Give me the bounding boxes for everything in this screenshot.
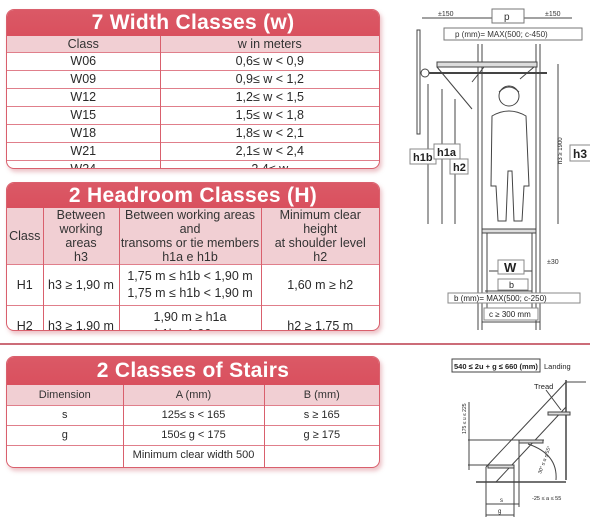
header-line: at shoulder level <box>274 236 366 250</box>
header-h1: Between working areas and transoms or ti… <box>118 208 261 265</box>
p-label: p <box>504 12 510 23</box>
cell-range: 2,4≤ w <box>159 160 379 168</box>
width-classes-table: 7 Width Classes (w) Class w in meters W0… <box>6 9 380 169</box>
h3-label: h3 <box>573 147 587 161</box>
slope-range-label: -25 ≤ a ≤ 55 <box>532 496 561 502</box>
cell-h1: 1,75 m ≤ h1b < 1,90 m 1,75 m ≤ h1b < 1,9… <box>118 264 261 306</box>
header-line: h2 <box>313 250 328 264</box>
table-header: Dimension A (mm) B (mm) <box>7 385 379 406</box>
table-row: Minimum clear width 500 mm <box>7 445 379 467</box>
table-row: H1 h3 ≥ 1,90 m 1,75 m ≤ h1b < 1,90 m 1,7… <box>7 264 379 306</box>
table-row: W21 2,1≤ w < 2,4 <box>7 142 379 161</box>
cell-class: W24 <box>7 160 160 168</box>
w-label: W <box>504 260 517 275</box>
rise-range-label: 175 ≤ u ≤ 225 <box>462 403 468 434</box>
header-line: transoms or tie members <box>120 236 260 250</box>
c-label: c ≥ 300 mm <box>489 310 531 319</box>
s-label: s <box>500 498 503 504</box>
table-row: g 150≤ g < 175 g ≥ 175 <box>7 425 379 446</box>
cell-a: 150≤ g < 175 <box>122 425 264 446</box>
section-divider <box>0 343 590 345</box>
header-line: h3 <box>74 250 88 264</box>
cell-line: h1b • 1,90 m <box>120 326 261 330</box>
cell-dimension <box>7 445 123 467</box>
width-classes-title: 7 Width Classes (w) <box>7 10 379 36</box>
cell-h3: h3 ≥ 1,90 m <box>42 305 119 330</box>
cell-class: H1 <box>7 264 43 306</box>
cell-range: 2,1≤ w < 2,4 <box>159 142 379 161</box>
cell-range: 1,5≤ w < 1,8 <box>159 106 379 125</box>
cell-class: W15 <box>7 106 160 125</box>
h3-rotated-label: h3 ≥ 1900 <box>558 137 564 164</box>
header-line: Minimum clear height <box>279 208 361 236</box>
cell-line: 1,75 m ≤ h1b < 1,90 m <box>127 269 253 283</box>
header-line: working areas <box>59 222 103 250</box>
tolerance-left: ±150 <box>438 11 454 18</box>
angle-range-label: 30° ≤ α ≤ 55° <box>537 445 553 474</box>
h1b-label: h1b <box>413 152 433 164</box>
table-row: H2 h3 ≥ 1,90 m 1,90 m ≥ h1a h1b • 1,90 m… <box>7 305 379 330</box>
side-tolerance: ±30 <box>547 259 559 266</box>
header-line: Between <box>56 208 106 222</box>
table-row: W24 2,4≤ w <box>7 160 379 168</box>
cell-line: 1,75 m ≤ h1b < 1,90 m <box>127 286 253 300</box>
stairs-diagram: 540 ≤ 2u + g ≤ 660 (mm) Landing Tread 17… <box>451 358 586 517</box>
header-class: Class <box>7 36 160 53</box>
cell-class: W06 <box>7 52 160 71</box>
table-row: W09 0,9≤ w < 1,2 <box>7 70 379 89</box>
cell-dimension: g <box>7 425 123 446</box>
cell-b: s ≥ 165 <box>263 405 379 426</box>
cell-class: H2 <box>7 305 43 330</box>
table-row: W06 0,6≤ w < 0,9 <box>7 52 379 71</box>
p-formula: p (mm)= MAX(500; c-450) <box>455 30 548 39</box>
table-row: W18 1,8≤ w < 2,1 <box>7 124 379 143</box>
header-a: A (mm) <box>122 385 264 406</box>
header-dimension: Dimension <box>7 385 123 406</box>
cell-a: 125≤ s < 165 <box>122 405 264 426</box>
cell-a: Minimum clear width 500 mm <box>122 445 264 467</box>
cell-h1: 1,90 m ≥ h1a h1b • 1,90 m <box>118 305 261 330</box>
b-formula: b (mm)= MAX(500; c-250) <box>454 294 547 303</box>
cell-line: 1,90 m ≥ h1a <box>153 310 227 324</box>
cell-b <box>263 445 379 467</box>
b-label: b <box>509 280 514 290</box>
headroom-classes-table: 2 Headroom Classes (H) Class Between wor… <box>6 182 380 331</box>
header-b: B (mm) <box>263 385 379 406</box>
h1a-label: h1a <box>437 147 457 159</box>
header-w-meters: w in meters <box>159 36 379 53</box>
cell-b: g ≥ 175 <box>263 425 379 446</box>
tread-label: Tread <box>534 382 553 391</box>
landing-label: Landing <box>544 362 571 371</box>
h2-label: h2 <box>453 162 466 174</box>
cell-h3: h3 ≥ 1,90 m <box>42 264 119 306</box>
header-line: h1a e h1b <box>162 250 218 264</box>
cell-range: 1,2≤ w < 1,5 <box>159 88 379 107</box>
header-h3: Between working areas h3 <box>42 208 119 265</box>
cell-class: W21 <box>7 142 160 161</box>
table-header: Class Between working areas h3 Between w… <box>7 208 379 265</box>
cell-dimension: s <box>7 405 123 426</box>
header-class: Class <box>7 208 43 265</box>
cell-range: 0,9≤ w < 1,2 <box>159 70 379 89</box>
table-row: W12 1,2≤ w < 1,5 <box>7 88 379 107</box>
cell-class: W12 <box>7 88 160 107</box>
stairs-formula: 540 ≤ 2u + g ≤ 660 (mm) <box>454 362 538 371</box>
header-h2: Minimum clear height at shoulder level h… <box>260 208 379 265</box>
headroom-classes-title: 2 Headroom Classes (H) <box>7 183 379 208</box>
cell-class: W09 <box>7 70 160 89</box>
cell-h2: h2 ≥ 1,75 m <box>260 305 379 330</box>
stair-classes-title: 2 Classes of Stairs <box>7 357 379 385</box>
table-header: Class w in meters <box>7 36 379 53</box>
cell-h2: 1,60 m ≥ h2 <box>260 264 379 306</box>
cell-range: 0,6≤ w < 0,9 <box>159 52 379 71</box>
scaffold-headroom-diagram: ±150 ±150 p p (mm)= MAX(500; c-450) ±30 … <box>409 8 590 330</box>
g-label: g <box>498 509 501 515</box>
cell-range: 1,8≤ w < 2,1 <box>159 124 379 143</box>
stair-classes-table: 2 Classes of Stairs Dimension A (mm) B (… <box>6 356 380 468</box>
header-line: Between working areas and <box>125 208 255 236</box>
cell-class: W18 <box>7 124 160 143</box>
table-row: s 125≤ s < 165 s ≥ 165 <box>7 405 379 426</box>
table-row: W15 1,5≤ w < 1,8 <box>7 106 379 125</box>
tolerance-right: ±150 <box>545 11 561 18</box>
